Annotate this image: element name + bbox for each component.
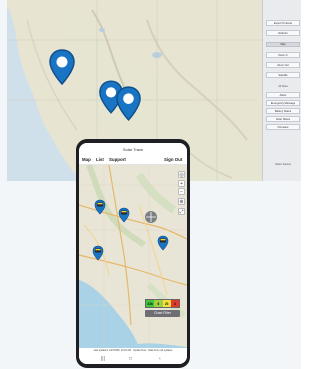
composite-screenshot: Export To Excel Refresh Map Zoom In Zoom… (0, 0, 301, 369)
zoom-in-button[interactable]: Zoom In (266, 52, 300, 58)
select-device-label: Select Device (275, 163, 291, 166)
fullscreen-icon[interactable]: ⤢ (178, 208, 185, 215)
firmware-button[interactable]: Firmware (266, 124, 300, 130)
nav-support[interactable]: Support (109, 157, 126, 162)
nav-map[interactable]: Map (82, 157, 91, 162)
zoom-out-button[interactable]: − (178, 188, 185, 195)
device-pin-icon[interactable] (157, 235, 169, 251)
legend-green[interactable]: 24h (146, 300, 155, 307)
zoom-in-button[interactable]: + (178, 180, 185, 187)
map-pin-icon[interactable] (115, 86, 142, 121)
all-sites-label: All Sites (278, 85, 288, 88)
status-legend[interactable]: 24h 6 20 3 (145, 299, 180, 308)
export-excel-button[interactable]: Export To Excel (266, 20, 300, 26)
last-updated-text: Last updated: 1/27/2025, 10:15 AM · Upda… (93, 349, 173, 352)
satellite-button[interactable]: Satellite (266, 72, 300, 78)
layers-icon[interactable]: ⊕ (178, 198, 185, 205)
system-nav-bar: ||| □ ‹ (79, 356, 187, 364)
back-icon[interactable]: ‹ (159, 356, 161, 362)
legend-yellow[interactable]: 20 (162, 300, 171, 307)
locate-icon[interactable]: ◎ (178, 171, 185, 178)
app-title: Solar Track (122, 147, 144, 152)
nav-sign-out[interactable]: Sign Out (164, 157, 182, 162)
phone-device: Solar Track Map List Support Sign Out ◎ … (76, 139, 190, 368)
alerts-button[interactable]: Alerts (266, 92, 300, 98)
map-pin-icon[interactable] (48, 49, 76, 85)
battery-status-button[interactable]: Battery Status (266, 108, 300, 114)
phone-screen: Solar Track Map List Support Sign Out ◎ … (79, 143, 187, 364)
emergency-message-button[interactable]: Emergency Message (266, 100, 300, 106)
top-nav: Map List Support Sign Out (79, 156, 187, 165)
nav-list[interactable]: List (96, 157, 104, 162)
phone-map[interactable]: ◎ + − ⊕ ⤢ 24h 6 20 3 Chart Filter (79, 165, 187, 348)
device-pin-icon[interactable] (92, 245, 104, 261)
map-view-bar[interactable]: Map (266, 42, 300, 47)
chart-filter-button[interactable]: Chart Filter (145, 310, 180, 317)
recent-apps-icon[interactable]: ||| (101, 356, 105, 362)
solar-status-button[interactable]: Solar Status (266, 116, 300, 122)
zoom-out-button[interactable]: Zoom Out (266, 62, 300, 68)
home-icon[interactable]: □ (129, 356, 132, 362)
desktop-sidebar: Export To Excel Refresh Map Zoom In Zoom… (262, 0, 301, 181)
legend-lime[interactable]: 6 (154, 300, 163, 307)
refresh-button[interactable]: Refresh (266, 30, 300, 36)
device-pin-icon[interactable] (118, 207, 130, 223)
legend-red[interactable]: 3 (170, 300, 179, 307)
device-pin-icon[interactable] (94, 199, 106, 215)
